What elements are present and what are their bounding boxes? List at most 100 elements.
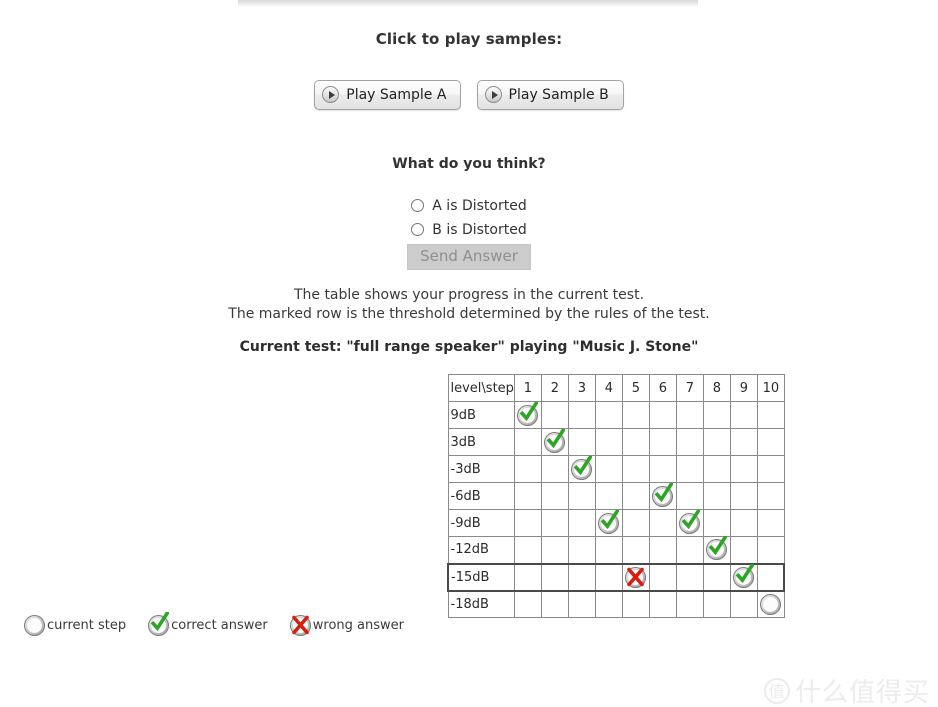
table-cell xyxy=(540,509,569,537)
table-cell xyxy=(756,428,785,456)
table-cell xyxy=(540,590,569,618)
send-answer-button[interactable]: Send Answer xyxy=(407,244,531,270)
table-cell xyxy=(540,482,569,510)
legend-item-label: correct answer xyxy=(171,618,268,633)
legend: current step correct answer wrong answer xyxy=(24,612,426,636)
table-step-header-6: 6 xyxy=(648,374,677,402)
play-icon xyxy=(322,85,340,103)
table-corner-header: level\step xyxy=(447,374,515,402)
play-sample-b-label: Play Sample B xyxy=(508,87,609,103)
table-cell xyxy=(675,482,704,510)
play-sample-b-button[interactable]: Play Sample B xyxy=(476,80,624,110)
table-cell xyxy=(594,428,623,456)
wrong-answer-icon xyxy=(625,566,647,588)
radio-button-b-icon[interactable] xyxy=(411,222,425,236)
table-cell xyxy=(648,482,677,510)
table-cell xyxy=(675,590,704,618)
table-cell xyxy=(594,536,623,564)
table-cell xyxy=(567,590,596,618)
table-row: -9dB xyxy=(447,509,785,537)
table-row: -3dB xyxy=(447,455,785,483)
progress-grid-area: enhanced distortion reduced distortion e… xyxy=(0,372,938,618)
current-step-icon xyxy=(760,593,782,615)
table-cell xyxy=(567,428,596,456)
table-cell xyxy=(675,536,704,564)
wrong-answer-icon xyxy=(289,615,311,636)
table-cell xyxy=(675,562,704,592)
radio-option-a[interactable]: A is Distorted xyxy=(0,194,938,218)
table-step-header-5: 5 xyxy=(621,374,650,402)
legend-item: current step xyxy=(24,615,126,636)
table-cell xyxy=(621,482,650,510)
table-cell xyxy=(648,401,677,429)
table-cell xyxy=(729,536,758,564)
table-cell xyxy=(513,536,542,564)
correct-answer-icon xyxy=(733,563,755,588)
table-cell xyxy=(621,536,650,564)
table-header-row: level\step 1 2 3 4 5 6 7 8 9 10 xyxy=(447,374,785,402)
table-step-header-8: 8 xyxy=(702,374,731,402)
correct-answer-icon xyxy=(679,509,701,534)
play-buttons-group: Play Sample A Play Sample B xyxy=(0,80,938,110)
table-cell xyxy=(756,401,785,429)
current-step-icon xyxy=(24,615,45,636)
table-cell xyxy=(513,401,542,429)
play-sample-a-button[interactable]: Play Sample A xyxy=(314,80,462,110)
table-cell xyxy=(702,590,731,618)
table-cell xyxy=(702,562,731,592)
table-cell xyxy=(567,562,596,592)
table-level-label: -9dB xyxy=(447,509,515,537)
marker-ring xyxy=(24,615,45,636)
table-cell xyxy=(648,455,677,483)
radio-option-b-label: B is Distorted xyxy=(432,222,527,238)
table-cell xyxy=(702,455,731,483)
radio-option-b[interactable]: B is Distorted xyxy=(0,218,938,242)
play-samples-heading: Click to play samples: xyxy=(375,30,563,48)
table-cell xyxy=(621,509,650,537)
correct-answer-icon xyxy=(517,401,539,426)
table-cell xyxy=(540,536,569,564)
watermark-text: 什么值得买 xyxy=(795,678,931,707)
table-step-header-2: 2 xyxy=(540,374,569,402)
answer-form: A is Distorted B is Distorted Send Answe… xyxy=(0,194,938,270)
table-cell xyxy=(675,401,704,429)
watermark: 值什么值得买 xyxy=(764,672,930,707)
correct-answer-icon xyxy=(571,455,593,480)
what-do-you-think-heading: What do you think? xyxy=(392,156,546,172)
table-cell xyxy=(594,509,623,537)
progress-description-line2: The marked row is the threshold determin… xyxy=(228,306,710,322)
table-cell xyxy=(513,590,542,618)
table-cell xyxy=(729,509,758,537)
play-icon xyxy=(484,85,502,103)
table-cell xyxy=(594,562,623,592)
table-level-label: -3dB xyxy=(447,455,515,483)
table-level-label: -15dB xyxy=(446,562,515,592)
table-cell xyxy=(675,428,704,456)
table-row: -12dB xyxy=(447,536,785,564)
correct-answer-icon xyxy=(652,482,674,507)
table-cell xyxy=(567,401,596,429)
table-cell xyxy=(621,455,650,483)
table-cell xyxy=(567,536,596,564)
table-row: -18dB xyxy=(447,590,785,618)
correct-answer-icon xyxy=(148,612,170,636)
table-row: -6dB xyxy=(447,482,785,510)
table-cell xyxy=(729,590,758,618)
table-cell xyxy=(567,482,596,510)
table-row: 9dB xyxy=(447,401,785,429)
table-step-header-1: 1 xyxy=(513,374,542,402)
table-cell xyxy=(513,562,542,592)
table-cell xyxy=(702,482,731,510)
watermark-logo: 值 xyxy=(764,677,790,704)
radio-button-a-icon[interactable] xyxy=(411,198,425,212)
legend-item: wrong answer xyxy=(289,615,404,636)
correct-answer-icon xyxy=(544,428,566,453)
table-cell xyxy=(675,509,704,537)
top-gradient-strip xyxy=(238,0,698,7)
table-cell xyxy=(513,455,542,483)
radio-option-a-label: A is Distorted xyxy=(432,198,527,214)
table-cell xyxy=(513,509,542,537)
table-cell xyxy=(648,536,677,564)
legend-item-label: wrong answer xyxy=(312,618,404,633)
progress-description-line1: The table shows your progress in the cur… xyxy=(293,287,645,303)
